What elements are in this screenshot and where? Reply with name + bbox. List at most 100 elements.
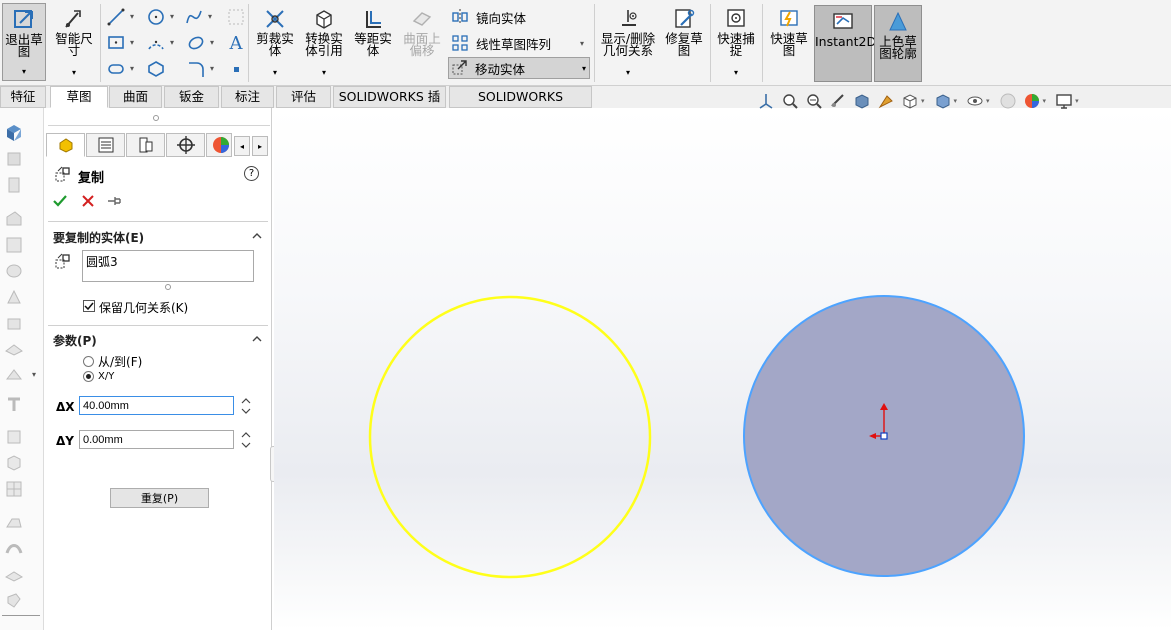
panel-drag-handle[interactable] <box>153 115 159 121</box>
tab-sketch[interactable]: 草图 <box>50 86 108 108</box>
fillet-tool-icon[interactable] <box>186 59 206 79</box>
help-icon[interactable]: ? <box>244 166 259 181</box>
tab-solidworks-inspection[interactable]: SOLIDWORKS Inspection <box>449 86 592 124</box>
line-caret[interactable]: ▾ <box>130 12 134 21</box>
shaded-contours-button[interactable]: 上色草图轮廓 <box>874 5 922 82</box>
convert-entities-button[interactable]: 转换实体引用 ▾ <box>300 3 348 81</box>
pattern-caret[interactable]: ▾ <box>580 39 584 48</box>
tab-scroll-right[interactable]: ▸ <box>252 136 268 156</box>
instant2d-button[interactable]: Instant2D <box>814 5 876 82</box>
view-orientation-cube-icon[interactable] <box>900 91 920 111</box>
trim-caret[interactable]: ▾ <box>273 67 277 79</box>
radio-xy-dot[interactable] <box>83 371 94 382</box>
tab-sheet-metal[interactable]: 钣金 <box>164 86 219 108</box>
draft-icon[interactable] <box>3 312 25 334</box>
previous-view-icon[interactable] <box>828 91 848 111</box>
tab-property-manager[interactable] <box>86 133 125 157</box>
boundary-icon[interactable] <box>3 590 25 612</box>
linear-pattern-button[interactable]: 线性草图阵列 <box>450 32 580 54</box>
tab-solidworks-addins[interactable]: SOLIDWORKS 插件 <box>333 86 446 124</box>
circle-tool-icon[interactable] <box>146 7 166 27</box>
loft-icon[interactable] <box>3 564 25 586</box>
keep-relations-label[interactable]: 保留几何关系(K) <box>99 299 188 316</box>
hide-show-items-icon[interactable] <box>965 91 985 111</box>
preview-circle[interactable] <box>368 295 652 579</box>
tab-features[interactable]: 特征 <box>0 86 46 108</box>
pushpin-icon[interactable] <box>106 193 122 209</box>
orientation-caret[interactable]: ▾ <box>921 97 925 105</box>
slot-caret[interactable]: ▾ <box>130 64 134 73</box>
smart-dimension-caret[interactable]: ▾ <box>72 67 76 79</box>
cancel-icon[interactable] <box>80 193 96 209</box>
list-resize-handle[interactable] <box>165 284 171 290</box>
delta-x-spinner[interactable] <box>240 395 252 417</box>
radio-xy[interactable]: X/Y <box>83 371 114 382</box>
fillet-feature-icon[interactable] <box>3 208 25 230</box>
wrap-icon[interactable] <box>3 338 25 360</box>
sweep-icon[interactable] <box>3 538 25 560</box>
apply-scene-icon[interactable] <box>1022 91 1042 111</box>
extrude-icon[interactable] <box>3 122 25 144</box>
view-orientation-icon[interactable] <box>756 91 776 111</box>
view-settings-icon[interactable] <box>1054 91 1074 111</box>
rectangle-tool-icon[interactable] <box>106 33 126 53</box>
offset-on-surface-button[interactable]: 曲面上偏移 <box>398 3 446 81</box>
tab-surfaces[interactable]: 曲面 <box>109 86 162 108</box>
tab-markup[interactable]: 标注 <box>221 86 274 108</box>
relations-caret[interactable]: ▾ <box>626 67 630 79</box>
line-tool-icon[interactable] <box>106 7 126 27</box>
rectangle-caret[interactable]: ▾ <box>130 38 134 47</box>
rib-icon[interactable] <box>3 286 25 308</box>
tab-evaluate[interactable]: 评估 <box>276 86 331 108</box>
strip-caret[interactable]: ▾ <box>32 370 36 379</box>
tab-feature-tree[interactable] <box>46 133 85 157</box>
curves-icon[interactable] <box>3 426 25 448</box>
ellipse-caret[interactable]: ▾ <box>210 38 214 47</box>
polygon-tool-icon[interactable] <box>146 59 166 79</box>
display-style-icon[interactable] <box>933 91 953 111</box>
offset-entities-button[interactable]: 等距实体 <box>350 3 396 81</box>
edit-appearance-icon[interactable] <box>998 91 1018 111</box>
instant3d-icon[interactable] <box>3 452 25 474</box>
chamfer-icon[interactable] <box>3 234 25 256</box>
trim-entities-button[interactable]: 剪裁实体 ▾ <box>252 3 298 81</box>
ok-icon[interactable] <box>52 193 68 209</box>
arc-caret[interactable]: ▾ <box>170 38 174 47</box>
pattern-feature-icon[interactable] <box>3 478 25 500</box>
exit-sketch-caret[interactable]: ▾ <box>22 66 26 78</box>
smart-dimension-button[interactable]: 智能尺寸 ▾ <box>52 3 96 81</box>
quick-snaps-caret[interactable]: ▾ <box>734 67 738 79</box>
delta-x-input[interactable] <box>79 396 234 415</box>
point-tool-icon[interactable] <box>226 59 246 79</box>
spline-tool-icon[interactable] <box>184 7 204 27</box>
move-entities-caret[interactable]: ▾ <box>582 64 586 73</box>
rapid-sketch-button[interactable]: 快速草图 <box>766 3 812 81</box>
display-style-caret[interactable]: ▾ <box>954 97 958 105</box>
repeat-button[interactable]: 重复(P) <box>110 488 209 508</box>
text-tool-icon[interactable]: A <box>226 33 246 54</box>
radio-from-to[interactable]: 从/到(F) <box>83 353 142 370</box>
fillet-caret[interactable]: ▾ <box>210 64 214 73</box>
collapse-entities-icon[interactable] <box>251 230 263 242</box>
exit-sketch-button[interactable]: 退出草图 ▾ <box>2 3 46 81</box>
tab-scroll-left[interactable]: ◂ <box>234 136 250 156</box>
delta-y-input[interactable] <box>79 430 234 449</box>
display-relations-button[interactable]: 显示/删除几何关系 ▾ <box>598 3 658 81</box>
view-settings-caret[interactable]: ▾ <box>1075 97 1079 105</box>
intersect-icon[interactable] <box>3 364 25 386</box>
entities-section-title[interactable]: 要复制的实体(E) <box>53 229 144 246</box>
cut-icon[interactable] <box>3 174 25 196</box>
move-entities-button[interactable]: 移动实体 ▾ <box>448 57 590 79</box>
revolve-icon[interactable] <box>3 148 25 170</box>
repair-sketch-button[interactable]: 修复草图 <box>662 3 706 81</box>
arc-tool-icon[interactable] <box>146 33 166 53</box>
delta-y-spinner[interactable] <box>240 429 252 451</box>
construction-geometry-icon[interactable] <box>226 7 246 27</box>
ellipse-tool-icon[interactable] <box>186 33 206 53</box>
zoom-to-fit-icon[interactable] <box>780 91 800 111</box>
graphics-area[interactable] <box>274 108 1171 630</box>
circle-caret[interactable]: ▾ <box>170 12 174 21</box>
sketch-canvas[interactable] <box>274 108 1171 630</box>
mirror-feature-icon[interactable] <box>3 512 25 534</box>
mirror-entities-button[interactable]: 镜向实体 <box>450 6 580 28</box>
